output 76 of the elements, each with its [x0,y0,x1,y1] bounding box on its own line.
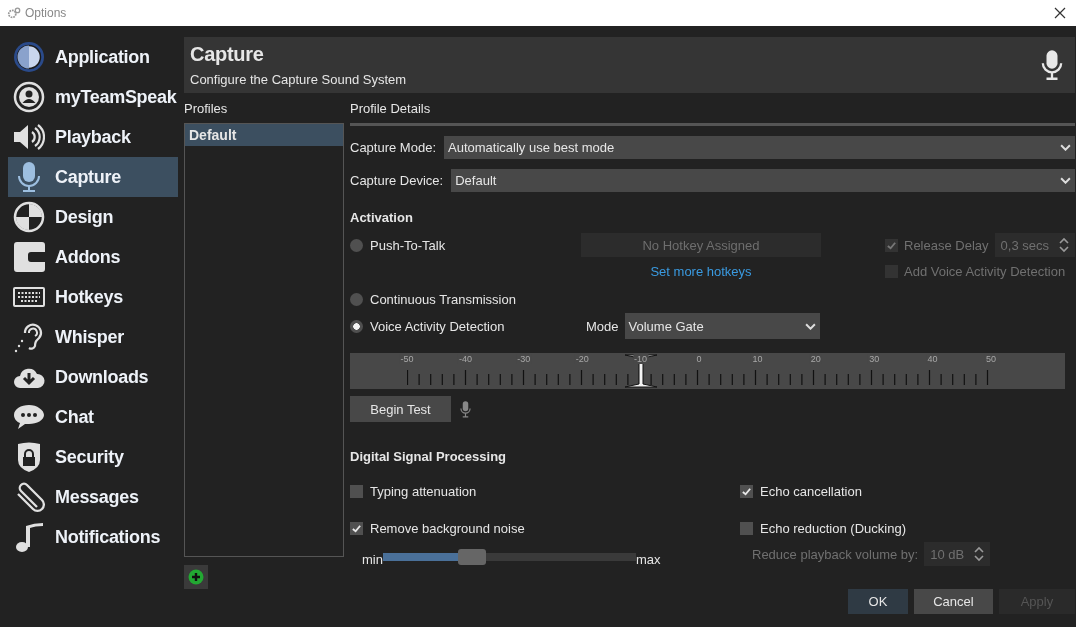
sidebar-item[interactable]: Downloads [8,357,178,397]
scale-label: -50 [399,354,415,364]
mode-dropdown[interactable]: Volume Gate [624,313,820,339]
add-profile-button[interactable] [184,565,208,589]
sidebar-item[interactable]: Design [8,197,178,237]
dropdown[interactable]: Default [451,169,1075,192]
chevron-down-icon [1059,144,1071,151]
scale-label: 10 [751,354,764,364]
ear-icon [13,321,45,353]
sidebar-item[interactable]: Addons [8,237,178,277]
microphone-icon [1040,49,1063,81]
checkbox[interactable] [740,485,753,498]
radio-label: Continuous Transmission [370,291,516,307]
chevron-down-icon [804,322,816,330]
radio-label: Voice Activity Detection [370,318,505,334]
sidebar-item[interactable]: Capture [8,157,178,197]
slider-max-label: max [635,552,661,567]
scale-label: -30 [516,354,532,364]
sidebar-item[interactable]: Hotkeys [8,277,178,317]
dialog-button[interactable]: OK [847,589,908,614]
scale-label: 0 [695,354,703,364]
sidebar-item[interactable]: Messages [8,477,178,517]
mode-label: Mode [586,318,619,334]
radio-button[interactable] [350,319,363,333]
user-icon [13,81,45,113]
gate-handle[interactable] [622,353,659,389]
checkbox[interactable] [350,522,363,535]
scale-label: -10 [633,354,649,364]
music-note-icon [13,521,45,553]
sidebar-item[interactable]: Application [8,37,178,77]
chevron-down-icon [1059,177,1071,184]
field-label: Capture Mode: [350,140,436,155]
option-label: Echo reduction (Ducking) [760,521,906,536]
scale-label: 30 [868,354,881,364]
close-icon[interactable] [1054,7,1066,19]
profiles-heading: Profiles [184,101,229,117]
scale-label: 50 [985,354,997,364]
scale-label: 40 [926,354,939,364]
quartered-circle-icon [13,201,45,233]
option-label: Echo cancellation [760,484,862,499]
field-label: Capture Device: [350,173,444,188]
sidebar-item[interactable]: Whisper [8,317,178,357]
scale-label: 20 [809,354,822,364]
reduce-volume-label: Reduce playback volume by: [752,546,919,562]
slider-thumb[interactable] [457,549,486,565]
radio-button[interactable] [350,292,363,306]
set-hotkeys-link[interactable]: Set more hotkeys [581,263,821,279]
sidebar-item[interactable]: Playback [8,117,178,157]
checkbox[interactable] [350,485,363,498]
scale-label: -40 [457,354,473,364]
page-title: Capture [190,43,265,66]
option-label: Remove background noise [370,521,525,536]
add-vad-label: Add Voice Activity Detection [904,263,1066,279]
release-delay-label: Release Delay [904,237,989,253]
sidebar-item[interactable]: Security [8,437,178,477]
checkbox[interactable] [740,522,753,535]
microphone-icon [460,400,471,418]
window-title: Options [25,6,67,20]
dialog-button[interactable]: Cancel [913,589,993,614]
radio-button[interactable] [350,238,363,252]
section-heading: Digital Signal Processing [350,449,508,464]
sidebar-item[interactable]: Chat [8,397,178,437]
option-label: Typing attenuation [370,484,477,499]
begin-test-button[interactable]: Begin Test [350,396,451,422]
speaker-icon [13,121,45,153]
section-heading: Activation [350,210,414,225]
dropdown[interactable]: Automatically use best mode [444,136,1075,159]
page-subtitle: Configure the Capture Sound System [190,72,407,87]
slider-min-label: min [362,552,383,567]
radio-label: Push-To-Talk [370,237,446,253]
details-heading: Profile Details [350,101,432,117]
sidebar-item[interactable]: myTeamSpeak [8,77,178,117]
profile-item[interactable]: Default [185,124,343,146]
scale-label: -20 [574,354,590,364]
puzzle-piece-icon [13,241,45,273]
sidebar-item[interactable]: Notifications [8,517,178,557]
